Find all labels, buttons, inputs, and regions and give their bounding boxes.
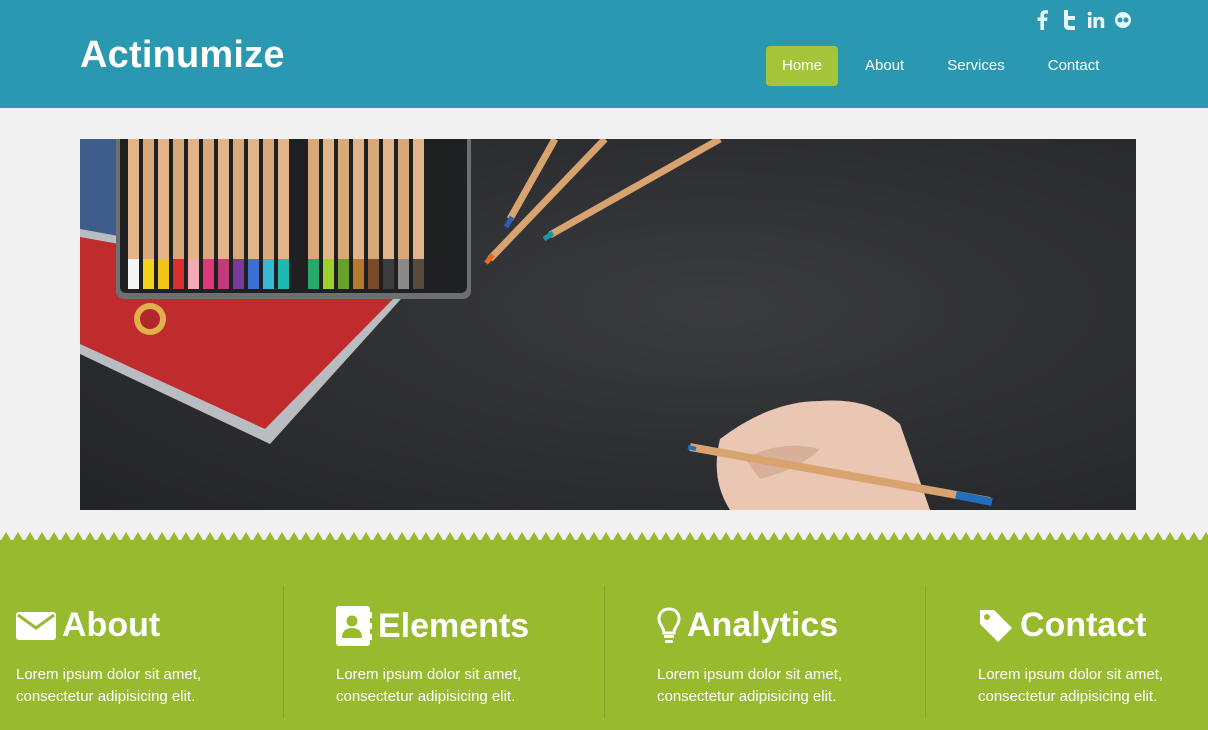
feature-text-about: Lorem ipsum dolor sit amet, consectetur … <box>16 666 202 705</box>
hero-image <box>80 139 1136 510</box>
feature-text-elements: Lorem ipsum dolor sit amet, consectetur … <box>336 666 522 705</box>
flickr-icon[interactable] <box>1111 9 1135 31</box>
feature-title-about[interactable]: About <box>62 606 160 645</box>
feature-divider <box>925 586 926 718</box>
twitter-icon[interactable] <box>1057 9 1081 31</box>
nav-about[interactable]: About <box>849 46 920 86</box>
envelope-icon <box>16 610 56 642</box>
site-logo[interactable]: Actinumize <box>80 34 285 77</box>
nav-services[interactable]: Services <box>931 46 1021 86</box>
tag-icon <box>978 608 1014 644</box>
feature-text-contact: Lorem ipsum dolor sit amet, consectetur … <box>978 666 1164 705</box>
linkedin-icon[interactable] <box>1084 9 1108 31</box>
feature-title-analytics[interactable]: Analytics <box>687 606 838 645</box>
facebook-icon[interactable] <box>1030 9 1054 31</box>
nav-contact[interactable]: Contact <box>1032 46 1116 86</box>
social-links <box>1030 9 1138 31</box>
feature-text-analytics: Lorem ipsum dolor sit amet, consectetur … <box>657 666 843 705</box>
address-book-icon <box>336 606 372 646</box>
lightbulb-icon <box>657 606 681 645</box>
feature-title-elements[interactable]: Elements <box>378 607 529 646</box>
feature-title-contact[interactable]: Contact <box>1020 606 1147 645</box>
features-section: About Lorem ipsum dolor sit amet, consec… <box>0 540 1208 730</box>
feature-divider <box>604 586 605 718</box>
site-header: Actinumize Home About Services Contact <box>0 0 1208 108</box>
feature-divider <box>283 586 284 718</box>
main-nav: Home About Services Contact <box>766 46 1126 86</box>
nav-home[interactable]: Home <box>766 46 839 86</box>
